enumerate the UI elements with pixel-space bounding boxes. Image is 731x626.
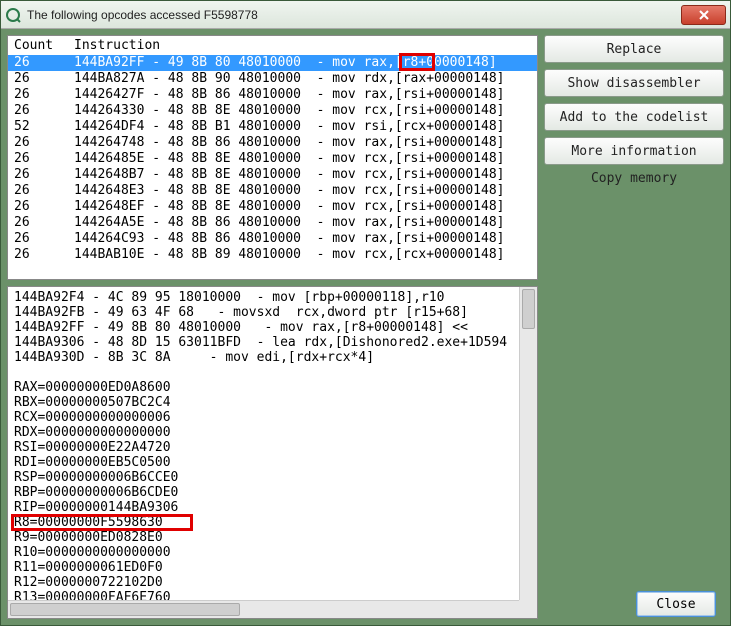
cell-instruction: 144264330 - 48 8B 8E 48010000 - mov rcx,… <box>74 103 531 119</box>
list-row[interactable]: 26144264A5E - 48 8B 86 48010000 - mov ra… <box>8 215 537 231</box>
cell-count: 26 <box>14 55 74 71</box>
header-count: Count <box>14 38 74 53</box>
detail-text[interactable]: 144BA92F4 - 4C 89 95 18010000 - mov [rbp… <box>8 287 537 619</box>
cell-instruction: 144264C93 - 48 8B 86 48010000 - mov rax,… <box>74 231 531 247</box>
cell-count: 26 <box>14 183 74 199</box>
vertical-scrollbar[interactable] <box>519 287 537 600</box>
vscroll-thumb[interactable] <box>522 289 535 329</box>
list-row[interactable]: 26144BA827A - 48 8B 90 48010000 - mov rd… <box>8 71 537 87</box>
add-codelist-button[interactable]: Add to the codelist <box>544 103 724 131</box>
cell-instruction: 144264DF4 - 48 8B B1 48010000 - mov rsi,… <box>74 119 531 135</box>
scroll-corner <box>519 600 537 618</box>
copy-memory-label[interactable]: Copy memory <box>544 171 724 186</box>
list-row[interactable]: 261442648E3 - 48 8B 8E 48010000 - mov rc… <box>8 183 537 199</box>
detail-panel: 144BA92F4 - 4C 89 95 18010000 - mov [rbp… <box>7 286 538 619</box>
replace-button[interactable]: Replace <box>544 35 724 63</box>
app-icon <box>5 7 21 23</box>
cell-count: 26 <box>14 151 74 167</box>
cell-instruction: 14426485E - 48 8B 8E 48010000 - mov rcx,… <box>74 151 531 167</box>
cell-count: 26 <box>14 231 74 247</box>
cell-instruction: 144BA827A - 48 8B 90 48010000 - mov rdx,… <box>74 71 531 87</box>
left-column: Count Instruction 26144BA92FF - 49 8B 80… <box>7 35 538 619</box>
cell-count: 26 <box>14 135 74 151</box>
list-row[interactable]: 52144264DF4 - 48 8B B1 48010000 - mov rs… <box>8 119 537 135</box>
cell-count: 26 <box>14 247 74 263</box>
list-row[interactable]: 2614426485E - 48 8B 8E 48010000 - mov rc… <box>8 151 537 167</box>
window: The following opcodes accessed F5598778 … <box>0 0 731 626</box>
titlebar: The following opcodes accessed F5598778 <box>1 1 730 29</box>
window-title: The following opcodes accessed F5598778 <box>27 8 258 22</box>
header-instruction: Instruction <box>74 38 160 53</box>
opcode-list[interactable]: Count Instruction 26144BA92FF - 49 8B 80… <box>7 35 538 280</box>
close-area: Close <box>636 591 716 617</box>
cell-instruction: 1442648EF - 48 8B 8E 48010000 - mov rcx,… <box>74 199 531 215</box>
cell-instruction: 144BA92FF - 49 8B 80 48010000 - mov rax,… <box>74 55 531 71</box>
cell-instruction: 144264A5E - 48 8B 86 48010000 - mov rax,… <box>74 215 531 231</box>
list-row[interactable]: 26144264C93 - 48 8B 86 48010000 - mov ra… <box>8 231 537 247</box>
content-area: Count Instruction 26144BA92FF - 49 8B 80… <box>1 29 730 625</box>
show-disassembler-button[interactable]: Show disassembler <box>544 69 724 97</box>
cell-instruction: 1442648B7 - 48 8B 8E 48010000 - mov rcx,… <box>74 167 531 183</box>
list-row[interactable]: 261442648EF - 48 8B 8E 48010000 - mov rc… <box>8 199 537 215</box>
cell-count: 26 <box>14 167 74 183</box>
horizontal-scrollbar[interactable] <box>8 600 519 618</box>
list-row[interactable]: 2614426427F - 48 8B 86 48010000 - mov ra… <box>8 87 537 103</box>
cell-instruction: 144BAB10E - 48 8B 89 48010000 - mov rcx,… <box>74 247 531 263</box>
cell-count: 26 <box>14 215 74 231</box>
cell-count: 26 <box>14 103 74 119</box>
close-button[interactable]: Close <box>636 591 716 617</box>
list-row[interactable]: 26144264330 - 48 8B 8E 48010000 - mov rc… <box>8 103 537 119</box>
hscroll-thumb[interactable] <box>10 603 240 616</box>
cell-instruction: 14426427F - 48 8B 86 48010000 - mov rax,… <box>74 87 531 103</box>
list-row[interactable]: 26144BA92FF - 49 8B 80 48010000 - mov ra… <box>8 55 537 71</box>
right-column: Replace Show disassembler Add to the cod… <box>544 35 724 619</box>
cell-count: 26 <box>14 87 74 103</box>
window-close-button[interactable] <box>681 5 726 25</box>
cell-instruction: 1442648E3 - 48 8B 8E 48010000 - mov rcx,… <box>74 183 531 199</box>
list-header: Count Instruction <box>8 36 537 55</box>
list-row[interactable]: 26144BAB10E - 48 8B 89 48010000 - mov rc… <box>8 247 537 263</box>
list-row[interactable]: 261442648B7 - 48 8B 8E 48010000 - mov rc… <box>8 167 537 183</box>
cell-instruction: 144264748 - 48 8B 86 48010000 - mov rax,… <box>74 135 531 151</box>
cell-count: 52 <box>14 119 74 135</box>
cell-count: 26 <box>14 71 74 87</box>
list-row[interactable]: 26144264748 - 48 8B 86 48010000 - mov ra… <box>8 135 537 151</box>
more-info-button[interactable]: More information <box>544 137 724 165</box>
cell-count: 26 <box>14 199 74 215</box>
close-icon <box>698 10 710 20</box>
